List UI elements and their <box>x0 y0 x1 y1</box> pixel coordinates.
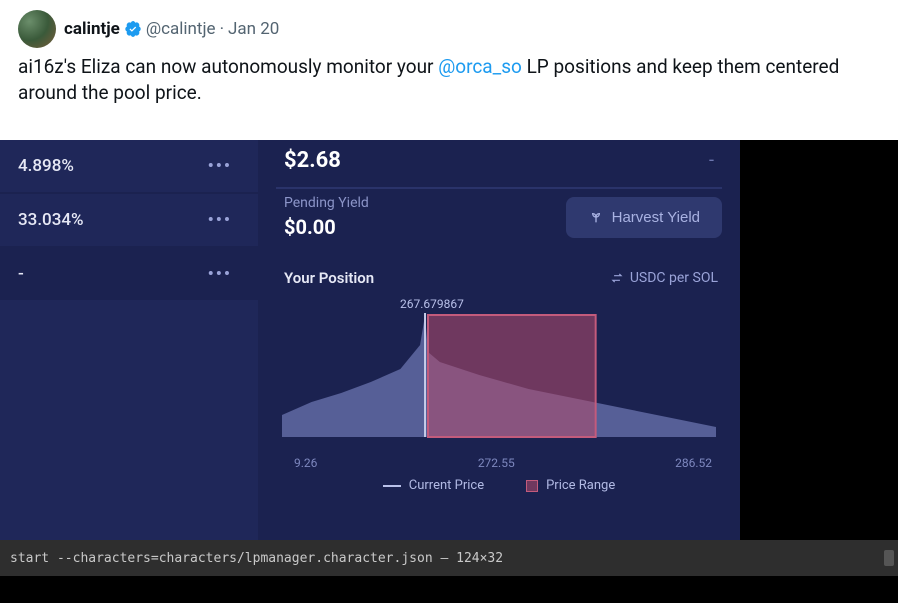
top-value-secondary: - <box>709 150 714 171</box>
tweet-userline: calintje @calintje · Jan 20 <box>64 19 279 39</box>
position-chart[interactable]: 267.679867 <box>282 297 716 452</box>
more-icon[interactable]: ••• <box>208 210 232 230</box>
tweet-text-pre: ai16z's Eliza can now autonomously monit… <box>18 55 438 78</box>
sidebar-row[interactable]: 4.898% ••• <box>0 140 258 194</box>
tweet-date[interactable]: Jan 20 <box>228 19 279 39</box>
legend-current: Current Price <box>383 478 484 493</box>
price-range-box <box>428 315 596 437</box>
more-icon[interactable]: ••• <box>208 156 232 176</box>
yield-left: Pending Yield $0.00 <box>284 195 369 239</box>
embedded-screenshot: 4.898% ••• 33.034% ••• - ••• $2.68 - Pen… <box>0 140 898 603</box>
username[interactable]: calintje <box>64 19 120 39</box>
chart-xaxis: 9.26 272.55 286.52 <box>276 454 722 470</box>
verified-icon <box>124 20 142 38</box>
x-tick: 9.26 <box>294 456 317 470</box>
current-price-label: 267.679867 <box>400 297 464 311</box>
pair-toggle[interactable]: USDC per SOL <box>610 270 718 286</box>
legend-range: Price Range <box>526 478 615 493</box>
handle[interactable]: @calintje <box>146 19 216 39</box>
position-header: Your Position USDC per SOL <box>276 251 722 293</box>
dot-separator: · <box>220 19 224 39</box>
sidebar-value: - <box>18 264 24 284</box>
pending-yield-value: $0.00 <box>284 215 369 239</box>
top-value: $2.68 <box>284 148 341 173</box>
pair-label: USDC per SOL <box>630 270 718 286</box>
top-value-row: $2.68 - <box>276 144 722 187</box>
harvest-yield-button[interactable]: Harvest Yield <box>566 197 722 238</box>
plant-icon <box>588 209 604 225</box>
legend-label: Price Range <box>546 478 615 493</box>
scrollbar-thumb[interactable] <box>884 550 894 566</box>
app-window: 4.898% ••• 33.034% ••• - ••• $2.68 - Pen… <box>0 140 740 540</box>
main-panel: $2.68 - Pending Yield $0.00 Harvest Yiel… <box>258 140 740 540</box>
x-tick: 286.52 <box>675 456 712 470</box>
pending-yield-label: Pending Yield <box>284 195 369 211</box>
line-swatch-icon <box>383 485 401 487</box>
chart-svg <box>282 297 716 452</box>
position-title: Your Position <box>284 269 374 287</box>
tweet: calintje @calintje · Jan 20 ai16z's Eliz… <box>0 0 898 119</box>
x-tick: 272.55 <box>478 456 515 470</box>
legend-label: Current Price <box>409 478 484 493</box>
harvest-label: Harvest Yield <box>612 209 700 226</box>
avatar[interactable] <box>18 10 56 48</box>
tweet-body: ai16z's Eliza can now autonomously monit… <box>18 54 880 105</box>
sidebar-value: 4.898% <box>18 156 74 176</box>
chart-legend: Current Price Price Range <box>276 470 722 499</box>
box-swatch-icon <box>526 480 538 492</box>
tweet-header: calintje @calintje · Jan 20 <box>18 10 880 48</box>
mention-link[interactable]: @orca_so <box>438 55 522 78</box>
swap-icon <box>610 271 624 285</box>
sidebar: 4.898% ••• 33.034% ••• - ••• <box>0 140 258 540</box>
sidebar-row[interactable]: 33.034% ••• <box>0 194 258 248</box>
terminal-text: start --characters=characters/lpmanager.… <box>10 551 503 566</box>
terminal-bar[interactable]: start --characters=characters/lpmanager.… <box>0 540 898 576</box>
sidebar-value: 33.034% <box>18 210 84 230</box>
sidebar-row[interactable]: - ••• <box>0 248 258 300</box>
more-icon[interactable]: ••• <box>208 264 232 284</box>
yield-row: Pending Yield $0.00 Harvest Yield <box>276 187 722 251</box>
